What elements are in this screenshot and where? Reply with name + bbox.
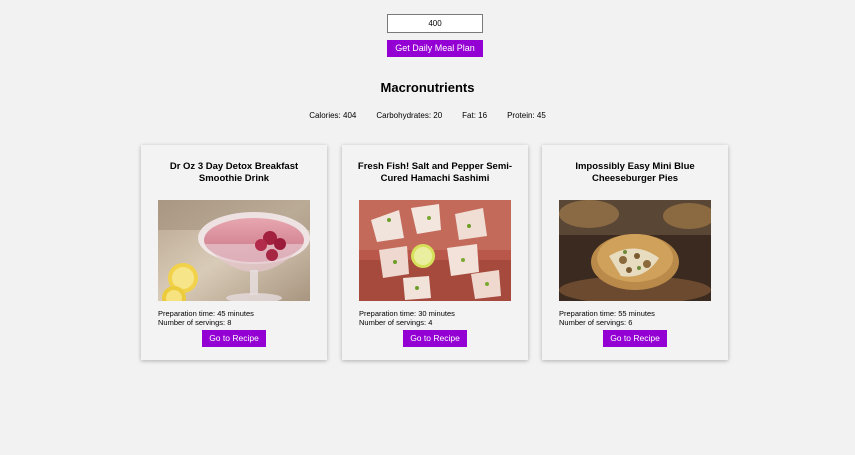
prep-time: Preparation time: 30 minutes bbox=[359, 309, 455, 318]
meal-meta: Preparation time: 55 minutes Number of s… bbox=[559, 309, 655, 327]
meal-planner-page: Get Daily Meal Plan Macronutrients Calor… bbox=[0, 0, 855, 455]
sashimi-photo bbox=[359, 200, 511, 301]
go-to-recipe-button[interactable]: Go to Recipe bbox=[202, 330, 266, 347]
servings-count: Number of servings: 8 bbox=[158, 318, 232, 327]
meal-card: Dr Oz 3 Day Detox Breakfast Smoothie Dri… bbox=[141, 145, 327, 360]
calorie-input[interactable] bbox=[387, 14, 483, 33]
meal-meta: Preparation time: 45 minutes Number of s… bbox=[158, 309, 254, 327]
meal-title: Fresh Fish! Salt and Pepper Semi-Cured H… bbox=[357, 161, 513, 184]
carbohydrates-value: Carbohydrates: 20 bbox=[376, 111, 443, 120]
go-to-recipe-button[interactable]: Go to Recipe bbox=[403, 330, 467, 347]
get-meal-plan-button[interactable]: Get Daily Meal Plan bbox=[387, 40, 483, 57]
macronutrients-heading: Macronutrients bbox=[380, 80, 475, 95]
meal-card: Impossibly Easy Mini Blue Cheeseburger P… bbox=[542, 145, 728, 360]
meal-image bbox=[158, 200, 310, 301]
cheeseburger-pie-photo bbox=[559, 200, 711, 301]
meal-image bbox=[359, 200, 511, 301]
meal-image bbox=[559, 200, 711, 301]
calories-value: Calories: 404 bbox=[309, 111, 357, 120]
meal-card: Fresh Fish! Salt and Pepper Semi-Cured H… bbox=[342, 145, 528, 360]
protein-value: Protein: 45 bbox=[507, 111, 546, 120]
go-to-recipe-button[interactable]: Go to Recipe bbox=[603, 330, 667, 347]
servings-count: Number of servings: 4 bbox=[359, 318, 433, 327]
fat-value: Fat: 16 bbox=[462, 111, 488, 120]
meal-meta: Preparation time: 30 minutes Number of s… bbox=[359, 309, 455, 327]
meal-title: Dr Oz 3 Day Detox Breakfast Smoothie Dri… bbox=[169, 161, 299, 184]
prep-time: Preparation time: 55 minutes bbox=[559, 309, 655, 318]
servings-count: Number of servings: 6 bbox=[559, 318, 633, 327]
meal-title: Impossibly Easy Mini Blue Cheeseburger P… bbox=[575, 161, 695, 184]
macronutrients-row: Calories: 404 Carbohydrates: 20 Fat: 16 … bbox=[0, 111, 855, 120]
smoothie-photo bbox=[158, 200, 310, 301]
prep-time: Preparation time: 45 minutes bbox=[158, 309, 254, 318]
